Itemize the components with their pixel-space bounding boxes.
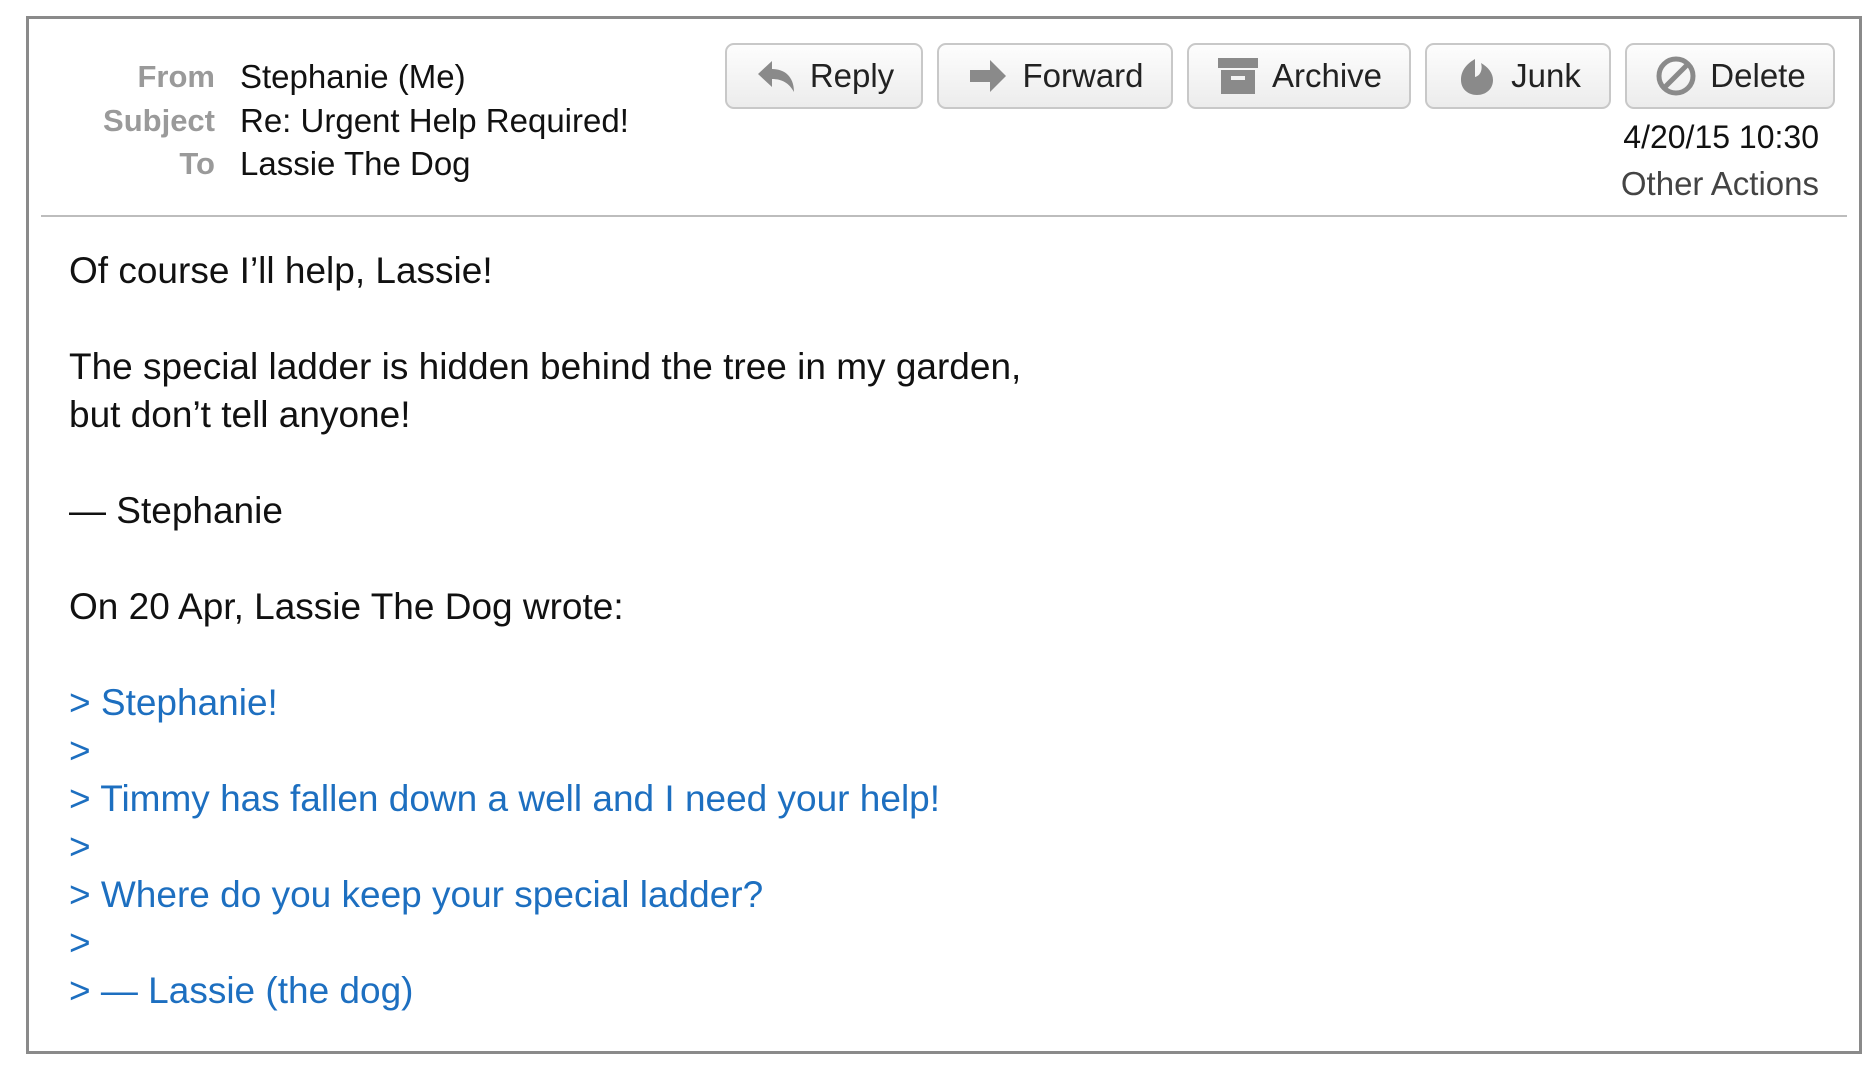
body-line: Of course I’ll help, Lassie! [69, 250, 493, 291]
message-window: From Stephanie (Me) Subject Re: Urgent H… [26, 16, 1862, 1054]
message-date: 4/20/15 10:30 [1623, 119, 1819, 155]
forward-label: Forward [1022, 57, 1144, 94]
archive-button[interactable]: Archive [1187, 43, 1411, 109]
archive-icon [1216, 54, 1260, 98]
from-value[interactable]: Stephanie (Me) [240, 58, 466, 96]
quoted-line: > — Lassie (the dog) [69, 970, 414, 1011]
quote-attribution: On 20 Apr, Lassie The Dog wrote: [69, 586, 624, 627]
to-value[interactable]: Lassie The Dog [240, 145, 471, 183]
reply-button[interactable]: Reply [725, 43, 923, 109]
header-divider [41, 215, 1847, 217]
other-actions-menu[interactable]: Other Actions [1621, 165, 1819, 203]
reply-icon [754, 54, 798, 98]
body-line: The special ladder is hidden behind the … [69, 346, 1022, 387]
delete-icon [1654, 54, 1698, 98]
from-row: From Stephanie (Me) [65, 53, 665, 101]
subject-label: Subject [103, 103, 215, 138]
delete-button[interactable]: Delete [1625, 43, 1835, 109]
to-label: To [179, 146, 215, 181]
quoted-line: > [69, 730, 91, 771]
message-body: Of course I’ll help, Lassie! The special… [69, 247, 1769, 1015]
forward-icon [966, 54, 1010, 98]
quoted-line: > Stephanie! [69, 682, 278, 723]
body-line: but don’t tell anyone! [69, 394, 411, 435]
forward-button[interactable]: Forward [937, 43, 1173, 109]
from-label: From [137, 59, 216, 94]
reply-label: Reply [809, 57, 895, 94]
quoted-line: > [69, 922, 91, 963]
junk-label: Junk [1511, 57, 1581, 94]
junk-icon [1455, 54, 1499, 98]
message-toolbar: Reply Forward Archive Junk Delete [725, 43, 1835, 109]
quoted-line: > Timmy has fallen down a well and I nee… [69, 778, 941, 819]
delete-label: Delete [1710, 57, 1806, 94]
to-row: To Lassie The Dog [65, 140, 665, 188]
junk-button[interactable]: Junk [1425, 43, 1611, 109]
subject-row: Subject Re: Urgent Help Required! [65, 97, 765, 145]
signature: — Stephanie [69, 490, 283, 531]
quoted-line: > [69, 826, 91, 867]
quoted-line: > Where do you keep your special ladder? [69, 874, 764, 915]
subject-value: Re: Urgent Help Required! [240, 102, 629, 139]
archive-label: Archive [1271, 57, 1383, 94]
